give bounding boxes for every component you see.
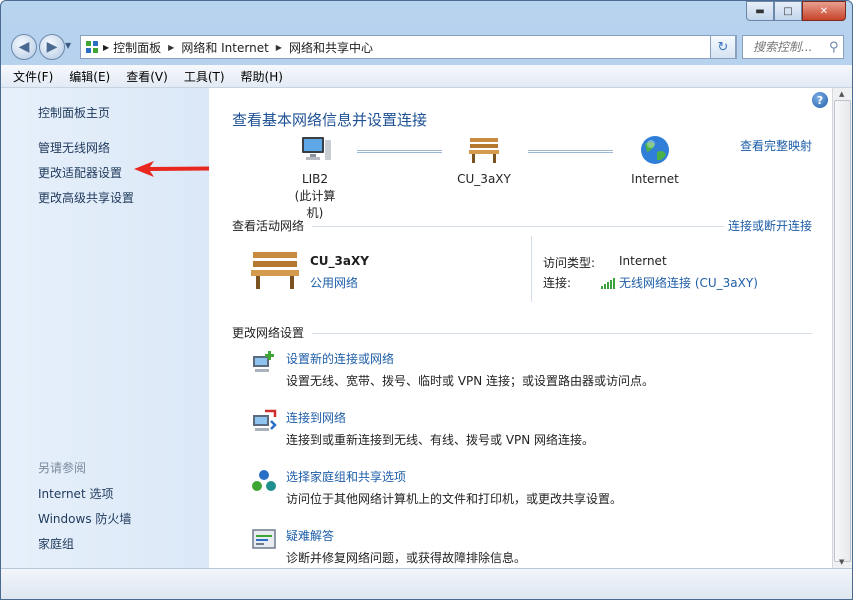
breadcrumb-separator-icon[interactable]: ▶ bbox=[168, 43, 174, 52]
menu-help[interactable]: 帮助(H) bbox=[241, 68, 283, 85]
breadcrumb-network-sharing-center[interactable]: 网络和共享中心 bbox=[289, 39, 373, 56]
help-icon[interactable]: ? bbox=[812, 92, 828, 108]
section-divider bbox=[312, 333, 812, 334]
control-panel-home-link[interactable]: 控制面板主页 bbox=[38, 104, 110, 121]
access-type-value: Internet bbox=[619, 254, 667, 268]
connect-disconnect-link[interactable]: 连接或断开连接 bbox=[728, 217, 812, 234]
map-link-line bbox=[528, 150, 613, 153]
section-divider bbox=[312, 226, 724, 227]
homegroup-sharing-desc: 访问位于其他网络计算机上的文件和打印机，或更改共享设置。 bbox=[286, 492, 623, 506]
close-button[interactable]: ✕ bbox=[802, 1, 846, 21]
network-type-link[interactable]: 公用网络 bbox=[310, 274, 358, 291]
internet-options-link[interactable]: Internet 选项 bbox=[38, 485, 113, 502]
see-full-map-link[interactable]: 查看完整映射 bbox=[740, 137, 812, 154]
vertical-scrollbar[interactable]: ▲ ▼ bbox=[832, 88, 852, 568]
minimize-button[interactable]: ▬ bbox=[746, 1, 774, 21]
breadcrumb-control-panel[interactable]: 控制面板 bbox=[113, 39, 161, 56]
network-node-name: CU_3aXY bbox=[457, 172, 511, 186]
change-adapter-settings-link[interactable]: 更改适配器设置 bbox=[38, 164, 122, 181]
homegroup-link[interactable]: 家庭组 bbox=[38, 535, 74, 552]
vertical-divider bbox=[531, 236, 532, 302]
back-button[interactable]: ◀ bbox=[11, 34, 37, 60]
title-bar: ▬ □ ✕ bbox=[1, 1, 852, 27]
wifi-signal-icon bbox=[601, 277, 615, 289]
see-also-heading: 另请参阅 bbox=[38, 461, 87, 475]
forward-arrow-icon: ▶ bbox=[46, 39, 58, 55]
connect-network-icon bbox=[253, 409, 277, 431]
control-panel-icon bbox=[85, 40, 99, 54]
setup-connection-link[interactable]: 设置新的连接或网络 bbox=[286, 350, 394, 367]
map-node-network: CU_3aXY bbox=[449, 134, 519, 188]
access-type-label: 访问类型: bbox=[543, 256, 596, 270]
search-icon[interactable]: ⚲ bbox=[829, 40, 839, 55]
homegroup-sharing-link[interactable]: 选择家庭组和共享选项 bbox=[286, 468, 406, 485]
change-advanced-sharing-link[interactable]: 更改高级共享设置 bbox=[38, 189, 134, 206]
back-arrow-icon: ◀ bbox=[18, 39, 30, 55]
globe-icon bbox=[641, 136, 669, 164]
forward-button[interactable]: ▶ bbox=[39, 34, 65, 60]
map-node-computer: LIB2 (此计算机) bbox=[287, 134, 343, 222]
scroll-down-icon[interactable]: ▼ bbox=[839, 558, 844, 566]
scroll-up-icon[interactable]: ▲ bbox=[839, 90, 844, 98]
manage-wireless-networks-link[interactable]: 管理无线网络 bbox=[38, 139, 110, 156]
search-input[interactable] bbox=[751, 39, 829, 55]
computer-icon bbox=[302, 137, 331, 160]
caption-buttons: ▬ □ ✕ bbox=[746, 1, 846, 21]
change-settings-heading: 更改网络设置 bbox=[232, 326, 305, 340]
new-connection-icon bbox=[253, 351, 274, 372]
main-content: ? 查看基本网络信息并设置连接 查看完整映射 LIB2 (此计算机) CU_3a… bbox=[209, 88, 832, 568]
connections-label: 连接: bbox=[543, 276, 572, 290]
refresh-button[interactable]: ↻ bbox=[710, 35, 736, 59]
breadcrumb: 控制面板 ▶ 网络和 Internet ▶ 网络和共享中心 bbox=[113, 39, 373, 56]
search-box[interactable]: ⚲ bbox=[742, 35, 844, 59]
setup-connection-desc: 设置无线、宽带、拨号、临时或 VPN 连接；或设置路由器或访问点。 bbox=[286, 374, 655, 388]
navigation-bar: ◀ ▶ ▼ ▶ 控制面板 ▶ 网络和 Internet ▶ 网络和共享中心 ▼ … bbox=[1, 31, 852, 63]
internet-node-name: Internet bbox=[631, 172, 679, 186]
computer-name: LIB2 bbox=[301, 172, 329, 186]
wireless-connection-link[interactable]: 无线网络连接 (CU_3aXY) bbox=[619, 274, 758, 291]
menu-bar: 文件(F) 编辑(E) 查看(V) 工具(T) 帮助(H) bbox=[1, 65, 852, 88]
troubleshoot-link[interactable]: 疑难解答 bbox=[286, 527, 334, 544]
public-network-bench-icon bbox=[251, 252, 299, 289]
scroll-thumb[interactable] bbox=[834, 100, 851, 562]
map-link-line bbox=[357, 150, 442, 153]
page-title: 查看基本网络信息并设置连接 bbox=[232, 111, 428, 129]
address-bar[interactable]: ▶ 控制面板 ▶ 网络和 Internet ▶ 网络和共享中心 ▼ bbox=[80, 35, 737, 59]
bench-icon bbox=[469, 138, 499, 163]
troubleshoot-desc: 诊断并修复网络问题，或获得故障排除信息。 bbox=[286, 551, 527, 565]
connect-network-desc: 连接到或重新连接到无线、有线、拨号或 VPN 网络连接。 bbox=[286, 433, 595, 447]
menu-view[interactable]: 查看(V) bbox=[126, 68, 168, 85]
active-networks-heading: 查看活动网络 bbox=[232, 219, 305, 233]
map-node-internet: Internet bbox=[621, 134, 689, 188]
breadcrumb-network-internet[interactable]: 网络和 Internet bbox=[181, 39, 268, 56]
connection-entry: 无线网络连接 (CU_3aXY) bbox=[601, 274, 758, 291]
menu-tools[interactable]: 工具(T) bbox=[184, 68, 225, 85]
troubleshoot-icon bbox=[252, 529, 276, 549]
menu-edit[interactable]: 编辑(E) bbox=[69, 68, 110, 85]
maximize-button[interactable]: □ bbox=[774, 1, 802, 21]
windows-firewall-link[interactable]: Windows 防火墙 bbox=[38, 510, 131, 527]
refresh-icon: ↻ bbox=[717, 39, 729, 55]
homegroup-icon bbox=[252, 470, 276, 491]
active-network-name: CU_3aXY bbox=[310, 254, 369, 268]
menu-file[interactable]: 文件(F) bbox=[13, 68, 53, 85]
breadcrumb-separator-icon[interactable]: ▶ bbox=[276, 43, 282, 52]
window: ▬ □ ✕ ◀ ▶ ▼ ▶ 控制面板 ▶ 网络和 Internet ▶ 网络和共… bbox=[0, 0, 853, 600]
breadcrumb-separator-icon: ▶ bbox=[103, 42, 110, 52]
recent-pages-dropdown-icon[interactable]: ▼ bbox=[65, 41, 71, 50]
status-bar bbox=[1, 568, 852, 599]
connect-network-link[interactable]: 连接到网络 bbox=[286, 409, 346, 426]
